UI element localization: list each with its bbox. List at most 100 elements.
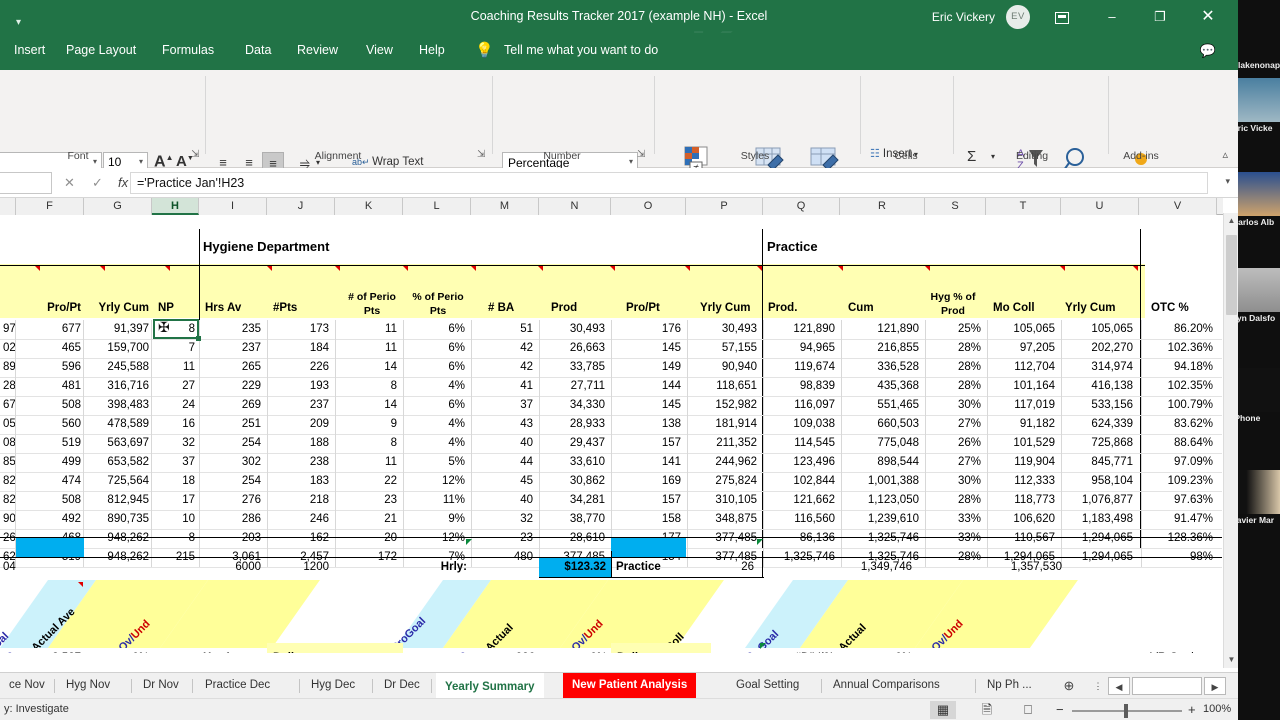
close-icon[interactable]: ✕: [1188, 4, 1228, 30]
grid-cell[interactable]: 169: [612, 472, 684, 491]
grid-cell[interactable]: 33,785: [540, 358, 608, 377]
grid-cell[interactable]: 551,465: [842, 396, 922, 415]
column-header-Q[interactable]: Q: [763, 198, 840, 215]
grid-cell[interactable]: 33,610: [540, 453, 608, 472]
grid-cell[interactable]: 98,839: [764, 377, 838, 396]
column-header-F[interactable]: F: [16, 198, 84, 215]
zoom-in-button[interactable]: +: [1188, 702, 1196, 717]
grid-cell[interactable]: 28: [0, 377, 16, 396]
column-header-I[interactable]: I: [199, 198, 267, 215]
grid-cell[interactable]: 25%: [926, 320, 984, 339]
grid-cell[interactable]: 82: [0, 472, 16, 491]
grid-cell[interactable]: 245,588: [84, 358, 152, 377]
comment-marker[interactable]: [100, 266, 105, 271]
grid-cell[interactable]: 533,156: [1062, 396, 1136, 415]
grid-cell[interactable]: 209: [268, 415, 332, 434]
comment-marker[interactable]: [471, 266, 476, 271]
grid-cell[interactable]: 890,735: [84, 510, 152, 529]
grid-cell[interactable]: 88.64%: [1142, 434, 1216, 453]
grid-cell[interactable]: 184: [268, 339, 332, 358]
grid-cell[interactable]: 508: [16, 396, 84, 415]
sheet-tab-dr-dec[interactable]: Dr Dec: [375, 673, 429, 698]
grid-cell[interactable]: 28%: [926, 339, 984, 358]
grid-cell[interactable]: 1,076,877: [1062, 491, 1136, 510]
grid-cell[interactable]: 121,890: [842, 320, 922, 339]
grid-cell[interactable]: 6%: [404, 358, 468, 377]
grid-cell[interactable]: 9: [336, 415, 400, 434]
grid-cell[interactable]: 4%: [404, 377, 468, 396]
grid-cell[interactable]: 29,437: [540, 434, 608, 453]
grid-cell[interactable]: 203: [200, 529, 264, 548]
zoom-out-button[interactable]: −: [1056, 702, 1064, 717]
sheet-tab-np-ph[interactable]: Np Ph ...: [978, 673, 1041, 698]
grid-cell[interactable]: 435,368: [842, 377, 922, 396]
grid-cell[interactable]: 37: [152, 453, 198, 472]
grid-cell[interactable]: 40: [472, 434, 536, 453]
grid-cell[interactable]: 465: [16, 339, 84, 358]
grid-cell[interactable]: 119,904: [988, 453, 1058, 472]
grid-cell[interactable]: 181,914: [688, 415, 760, 434]
column-header-O[interactable]: O: [611, 198, 686, 215]
cancel-icon[interactable]: ✕: [64, 175, 75, 191]
grid-cell[interactable]: 653,582: [84, 453, 152, 472]
collapse-ribbon-icon[interactable]: ▵: [1222, 148, 1228, 161]
grid-cell[interactable]: 17: [152, 491, 198, 510]
grid-cell[interactable]: 43: [472, 415, 536, 434]
grid-cell[interactable]: 90,940: [688, 358, 760, 377]
tab-insert[interactable]: Insert: [14, 43, 45, 57]
sheet-tab-annual-comparisons[interactable]: Annual Comparisons: [824, 673, 949, 698]
grid-cell[interactable]: 118,773: [988, 491, 1058, 510]
grid-cell[interactable]: 27%: [926, 453, 984, 472]
grid-cell[interactable]: 106,620: [988, 510, 1058, 529]
grid-cell[interactable]: 32: [472, 510, 536, 529]
grid-cell[interactable]: 85: [0, 453, 16, 472]
comment-marker-green[interactable]: [466, 539, 472, 545]
previous-sheet-icon[interactable]: ◀: [1108, 677, 1130, 695]
sheet-tab-goal-setting[interactable]: Goal Setting: [727, 673, 808, 698]
grid-cell[interactable]: 26%: [926, 434, 984, 453]
grid-cell[interactable]: 269: [200, 396, 264, 415]
grid-cell[interactable]: 28,933: [540, 415, 608, 434]
grid-cell[interactable]: 51: [472, 320, 536, 339]
grid-cell[interactable]: 26,663: [540, 339, 608, 358]
grid-cell[interactable]: 42: [472, 358, 536, 377]
avatar[interactable]: EV: [1006, 5, 1030, 29]
grid-cell[interactable]: 237: [268, 396, 332, 415]
grid-cell[interactable]: 9%: [404, 510, 468, 529]
dialog-launcher-icon[interactable]: ⇲: [637, 149, 645, 160]
grid-cell[interactable]: 26: [0, 529, 16, 548]
grid-cell[interactable]: 101,529: [988, 434, 1058, 453]
sheet-tab-yearly-summary[interactable]: Yearly Summary: [436, 673, 544, 698]
grid-cell[interactable]: 660,503: [842, 415, 922, 434]
grid-cell[interactable]: 22: [336, 472, 400, 491]
column-header-P[interactable]: P: [686, 198, 763, 215]
spreadsheet-grid[interactable]: F G H I J K L M N O P Q R S T U V Hygien…: [0, 198, 1238, 653]
comment-marker[interactable]: [165, 266, 170, 271]
grid-cell[interactable]: 560: [16, 415, 84, 434]
grid-cell[interactable]: 28%: [926, 491, 984, 510]
background-thumbnail-item[interactable]: Lyn Dalsfo: [1232, 268, 1280, 323]
grid-cell[interactable]: 27: [152, 377, 198, 396]
comment-marker[interactable]: [78, 582, 83, 587]
grid-cell[interactable]: 481: [16, 377, 84, 396]
grid-cell[interactable]: 244,962: [688, 453, 760, 472]
grid-cell[interactable]: 128.36%: [1142, 529, 1216, 548]
grid-cell[interactable]: 775,048: [842, 434, 922, 453]
grid-cell[interactable]: 157: [612, 434, 684, 453]
comment-marker[interactable]: [1060, 266, 1065, 271]
grid-cell[interactable]: 05: [0, 415, 16, 434]
grid-cell[interactable]: 123,496: [764, 453, 838, 472]
background-thumbnail-item[interactable]: Javier Mar: [1232, 470, 1280, 525]
background-thumbnail-item[interactable]: Carlos Alb: [1232, 172, 1280, 227]
grid-cell[interactable]: 12%: [404, 472, 468, 491]
grid-cell[interactable]: 23: [336, 491, 400, 510]
grid-cell[interactable]: 218: [268, 491, 332, 510]
grid-cell[interactable]: 30%: [926, 472, 984, 491]
grid-cell[interactable]: 28%: [926, 358, 984, 377]
sheet-scroll-field[interactable]: [1132, 677, 1202, 695]
grid-cell[interactable]: 44: [472, 453, 536, 472]
grid-cell[interactable]: 8: [336, 377, 400, 396]
ribbon-display-options-icon[interactable]: [1042, 4, 1082, 30]
comment-marker[interactable]: [925, 266, 930, 271]
grid-cell[interactable]: 4%: [404, 415, 468, 434]
